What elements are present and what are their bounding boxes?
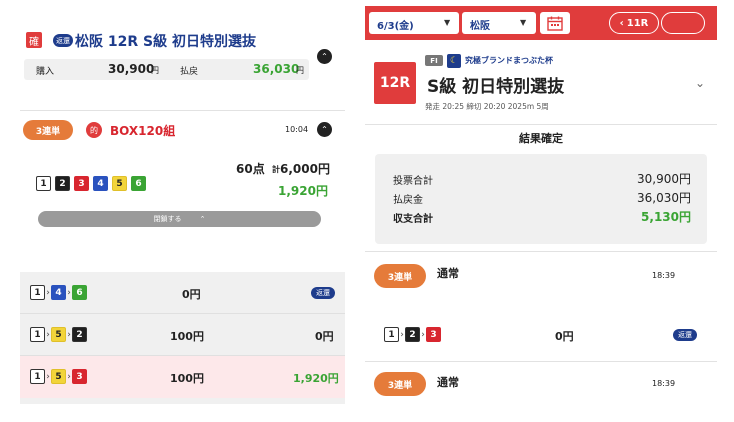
bet-kind: 通常	[437, 376, 459, 389]
date-select[interactable]: 6/3(金) ▼	[369, 12, 459, 34]
collapse-chevron-icon[interactable]: ⌃	[317, 122, 332, 137]
calendar-button[interactable]	[540, 12, 570, 34]
caret-down-icon: ▼	[520, 18, 527, 27]
prev-race-button[interactable]: ‹ 11R	[609, 12, 659, 34]
table-row: 1 › 4 › 6 0円 返還	[20, 272, 345, 314]
grade-badge: FI	[425, 55, 443, 66]
frame-number: 5	[51, 369, 66, 384]
table-row: 1 › 5 › 3 100円 1,920円	[20, 356, 345, 398]
caret-down-icon: ▼	[444, 18, 451, 27]
bet-rows: 1 › 4 › 6 0円 返還 1 › 5 › 2 100円 0円 1 › 5 › 3 10…	[20, 272, 345, 404]
frame-number: 5	[112, 176, 127, 191]
left-panel: 確 返還 松阪 12R S級 初日特別選抜 ⌃ 購入 30,900 円 払戻 3…	[20, 18, 345, 404]
balance-label: 収支合計	[393, 214, 433, 225]
chevron-up-icon: ⌃	[199, 215, 206, 223]
bet-type-pill: 3連単	[374, 372, 426, 396]
bet-type-pill: 3連単	[374, 264, 426, 288]
venue-select[interactable]: 松阪 ▼	[462, 12, 536, 34]
frame-number: 3	[72, 369, 87, 384]
row-amount: 100円	[170, 330, 204, 343]
race-number-badge: 12R	[374, 62, 416, 104]
bet-payout: 1,920円	[278, 184, 328, 198]
result-status: 結果確定	[519, 132, 563, 145]
race-title: S級 初日特別選抜	[427, 77, 565, 97]
toggle-label: 閉鎖する	[153, 215, 182, 223]
frame-number: 6	[131, 176, 146, 191]
frame-number: 1	[30, 327, 45, 342]
calendar-icon	[547, 16, 563, 31]
confirmed-badge: 確	[26, 32, 42, 48]
total-prefix: 計	[272, 165, 280, 174]
frame-number: 1	[30, 369, 45, 384]
frame-number: 4	[51, 285, 66, 300]
divider	[20, 110, 345, 111]
right-panel: 6/3(金) ▼ 松阪 ▼ ‹ 11R 12R FI ☾ 究極ブランドまつぶた杯…	[365, 6, 717, 422]
moon-icon: ☾	[447, 54, 461, 68]
frame-number: 1	[384, 327, 399, 342]
bet-kind: 通常	[437, 267, 459, 280]
refund-badge: 返還	[53, 34, 73, 47]
bet-time: 18:39	[652, 271, 676, 280]
payout-label: 払戻金	[393, 195, 423, 206]
total-amount: 6,000円	[280, 162, 330, 176]
purchase-amount: 30,900	[108, 62, 155, 76]
payout-label: 払戻	[180, 67, 199, 77]
toggle-button[interactable]: 閉鎖する ⌃	[38, 211, 321, 227]
race-title: 松阪 12R S級 初日特別選抜	[75, 34, 256, 50]
box-numbers: 1 2 3 4 5 6	[36, 176, 146, 191]
frame-number: 1	[36, 176, 51, 191]
row-amount: 0円	[182, 288, 201, 301]
frame-number: 5	[51, 327, 66, 342]
frame-number: 3	[74, 176, 89, 191]
top-bar: 6/3(金) ▼ 松阪 ▼ ‹ 11R	[365, 6, 717, 40]
total-bet-value: 30,900円	[637, 172, 691, 186]
balance-value: 5,130円	[641, 210, 691, 224]
purchase-unit: 円	[151, 66, 159, 75]
refund-badge: 返還	[673, 329, 697, 341]
prev-race-label: 11R	[626, 17, 649, 29]
frame-number: 4	[93, 176, 108, 191]
divider	[365, 124, 717, 125]
chevron-down-icon[interactable]: ⌄	[695, 76, 705, 90]
frame-number: 2	[55, 176, 70, 191]
box-label: BOX120組	[110, 124, 176, 138]
frame-number: 3	[426, 327, 441, 342]
win-badge: 的	[86, 122, 102, 138]
table-row: 1 › 5 › 2 100円 0円	[20, 314, 345, 356]
frame-number: 2	[72, 327, 87, 342]
bet-time: 18:39	[652, 379, 676, 388]
result-summary: 投票合計 30,900円 払戻金 36,030円 収支合計 5,130円	[375, 154, 707, 244]
total-bet-label: 投票合計	[393, 176, 433, 187]
frame-number: 2	[405, 327, 420, 342]
bet-combination: 1 › 2 › 3	[384, 327, 441, 342]
frame-number: 6	[72, 285, 87, 300]
payout-amount: 36,030	[253, 62, 300, 76]
bet-type-pill: 3連単	[23, 120, 73, 140]
chevron-left-icon: ‹	[619, 17, 624, 29]
row-result: 1,920円	[293, 372, 339, 385]
bet-time: 10:04	[285, 125, 309, 134]
points: 60点	[236, 162, 265, 176]
purchase-label: 購入	[36, 67, 55, 77]
cup-name: 究極ブランドまつぶた杯	[465, 56, 553, 65]
payout-unit: 円	[296, 66, 304, 75]
summary-bar: 購入 30,900 円 払戻 36,030 円	[24, 59, 309, 80]
divider	[365, 251, 717, 252]
divider	[365, 361, 717, 362]
row-result: 0円	[315, 330, 334, 343]
bet-amount: 0円	[555, 330, 574, 343]
refund-badge: 返還	[311, 287, 335, 299]
row-amount: 100円	[170, 372, 204, 385]
next-race-button[interactable]	[661, 12, 705, 34]
venue-value: 松阪	[470, 21, 490, 32]
race-info: 発走 20:25 締切 20:20 2025m 5周	[425, 102, 549, 111]
frame-number: 1	[30, 285, 45, 300]
date-value: 6/3(金)	[377, 21, 414, 32]
payout-value: 36,030円	[637, 191, 691, 205]
collapse-chevron-icon[interactable]: ⌃	[317, 49, 332, 64]
